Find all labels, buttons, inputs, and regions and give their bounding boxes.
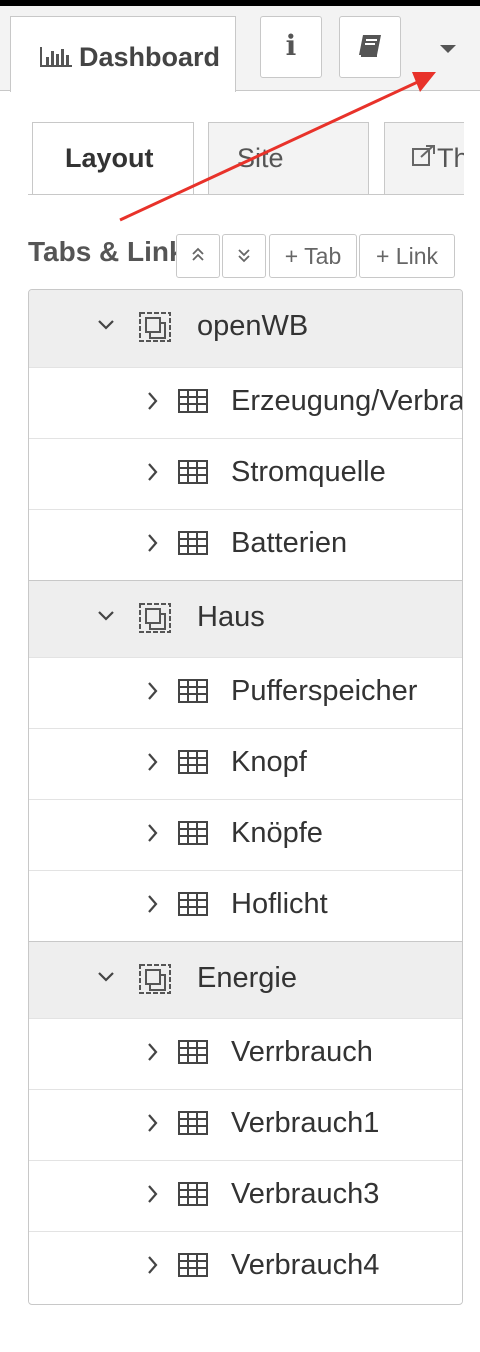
table-icon: [178, 1111, 208, 1140]
tab-name: Energie: [197, 962, 297, 994]
table-icon: [178, 1253, 208, 1282]
chevron-right-icon[interactable]: [147, 462, 159, 487]
tab-layout[interactable]: Layout: [32, 122, 194, 194]
tab-site-label: Site: [237, 143, 284, 173]
help-book-button[interactable]: [339, 16, 401, 78]
tree-tab-row[interactable]: openWB: [29, 290, 462, 368]
table-icon: [178, 389, 208, 418]
group-name: Stromquelle: [231, 456, 386, 488]
tab-frame-icon: [137, 962, 173, 1001]
add-tab-button[interactable]: + Tab: [269, 234, 357, 278]
tree-group-row[interactable]: Verrbrauch: [29, 1019, 462, 1090]
tree-group-row[interactable]: Knopf: [29, 729, 462, 800]
group-name: Knopf: [231, 746, 307, 778]
add-link-button[interactable]: + Link: [359, 234, 455, 278]
tree-group-row[interactable]: Verbrauch3: [29, 1161, 462, 1232]
tab-name: Haus: [197, 601, 265, 633]
tree-group-row[interactable]: Knöpfe: [29, 800, 462, 871]
group-name: Batterien: [231, 527, 348, 559]
tree-tab-row[interactable]: Haus: [29, 580, 462, 658]
table-icon: [178, 1040, 208, 1069]
info-icon: i: [285, 29, 297, 62]
chevron-right-icon[interactable]: [147, 752, 159, 777]
double-chevron-up-icon: [177, 243, 219, 270]
add-link-label: + Link: [375, 243, 438, 269]
info-button[interactable]: i: [260, 16, 322, 78]
chevron-right-icon[interactable]: [147, 681, 159, 706]
sidebar-header: Dashboard i: [0, 6, 480, 92]
chevron-down-icon[interactable]: [97, 970, 115, 988]
chevron-right-icon[interactable]: [147, 1042, 159, 1067]
table-icon: [178, 750, 208, 779]
book-icon: [340, 31, 400, 68]
chevron-right-icon[interactable]: [147, 1184, 159, 1209]
sidebar-menu-dropdown-icon[interactable]: [438, 42, 458, 60]
table-icon: [178, 460, 208, 489]
tree-tab-row[interactable]: Energie: [29, 941, 462, 1019]
dashboard-tab-label: Dashboard: [79, 42, 221, 72]
external-window-icon: [411, 143, 437, 176]
tabs-and-links-title: Tabs & Links: [28, 236, 178, 267]
double-chevron-down-icon: [223, 243, 265, 270]
table-icon: [178, 892, 208, 921]
chevron-right-icon[interactable]: [147, 823, 159, 848]
expand-all-button[interactable]: [222, 234, 266, 278]
chevron-right-icon[interactable]: [147, 533, 159, 558]
group-name: Verbrauch1: [231, 1107, 380, 1139]
chevron-right-icon[interactable]: [147, 1113, 159, 1138]
group-name: Verrbrauch: [231, 1036, 373, 1068]
group-name: Knöpfe: [231, 817, 323, 849]
table-icon: [178, 1182, 208, 1211]
table-icon: [178, 679, 208, 708]
tab-name: openWB: [197, 310, 309, 342]
tree-group-row[interactable]: Erzeugung/Verbrauch: [29, 368, 462, 439]
tree-group-row[interactable]: Stromquelle: [29, 439, 462, 510]
tree-group-row[interactable]: Hoflicht: [29, 871, 462, 942]
tab-frame-icon: [137, 310, 173, 349]
tab-site[interactable]: Site: [208, 122, 369, 194]
tree-group-row[interactable]: Pufferspeicher: [29, 658, 462, 729]
tree-group-row[interactable]: Verbrauch4: [29, 1232, 462, 1303]
tab-frame-icon: [137, 601, 173, 640]
chevron-down-icon[interactable]: [97, 318, 115, 336]
tab-theme-label: Theme: [411, 143, 464, 176]
tab-layout-label: Layout: [65, 143, 154, 173]
group-name: Verbrauch4: [231, 1249, 380, 1281]
table-icon: [178, 531, 208, 560]
chevron-right-icon[interactable]: [147, 1255, 159, 1280]
group-name: Hoflicht: [231, 888, 328, 920]
dashboard-subtabs: Layout Site Theme: [28, 120, 464, 195]
bar-chart-icon: [39, 45, 73, 74]
chevron-right-icon[interactable]: [147, 894, 159, 919]
dashboard-sidebar-tab[interactable]: Dashboard: [10, 16, 236, 92]
chevron-right-icon[interactable]: [147, 391, 159, 416]
tabs-tree: openWB Erzeugung/Verbrauch Stromquelle B…: [28, 289, 463, 1305]
add-tab-label: + Tab: [284, 243, 342, 269]
tab-theme[interactable]: Theme: [384, 122, 464, 194]
chevron-down-icon[interactable]: [97, 609, 115, 627]
group-name: Pufferspeicher: [231, 675, 418, 707]
tree-group-row[interactable]: Batterien: [29, 510, 462, 581]
collapse-all-button[interactable]: [176, 234, 220, 278]
group-name: Erzeugung/Verbrauch: [231, 385, 463, 417]
group-name: Verbrauch3: [231, 1178, 380, 1210]
table-icon: [178, 821, 208, 850]
tree-group-row[interactable]: Verbrauch1: [29, 1090, 462, 1161]
